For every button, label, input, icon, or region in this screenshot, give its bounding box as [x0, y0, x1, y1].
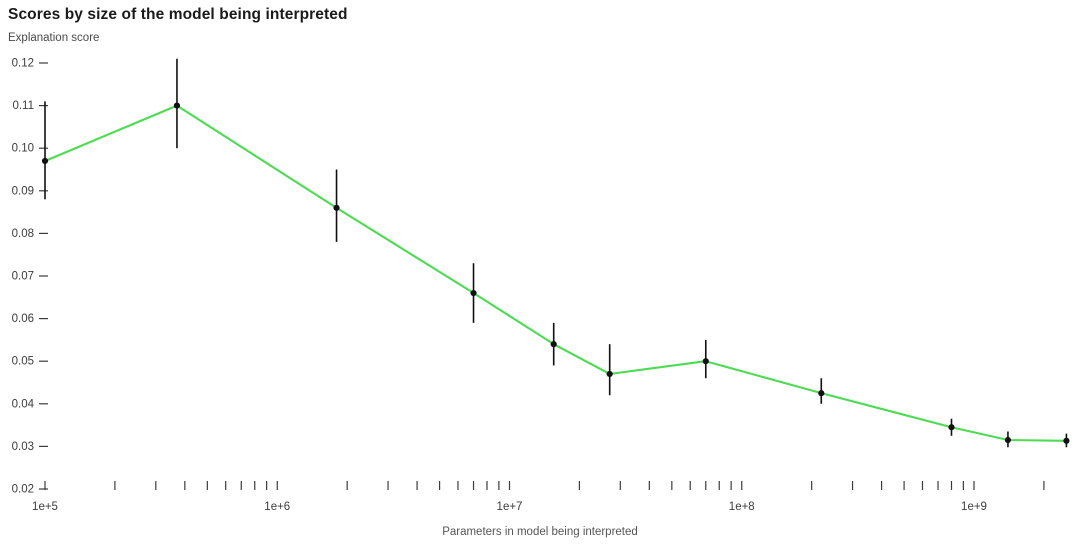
- x-axis: 1e+5 1e+6 1e+7 1e+8 1e+9: [32, 481, 1045, 513]
- chart-container: Scores by size of the model being interp…: [0, 0, 1080, 549]
- data-point: [550, 341, 557, 348]
- data-point: [818, 390, 825, 397]
- data-point: [333, 204, 340, 211]
- y-axis-tick-label: 0.09: [12, 185, 34, 197]
- data-point: [470, 289, 477, 297]
- x-axis-title: Parameters in model being interpreted: [442, 526, 638, 538]
- y-axis-tick-label: 0.10: [12, 143, 34, 155]
- y-axis: 0.02 0.03 0.04 0.05 0.06 0.07 0.08 0.09 0.10 0.11…: [12, 58, 48, 496]
- plot-area: 0.02 0.03 0.04 0.05 0.06 0.07 0.08 0.09 0.10 0.11…: [12, 58, 1070, 513]
- y-axis-tick-label: 0.12: [12, 58, 34, 70]
- data-point: [948, 424, 955, 431]
- data-markers: [41, 102, 1070, 444]
- y-axis-tick-label: 0.06: [12, 313, 34, 325]
- y-axis-tick-label: 0.11: [12, 100, 34, 112]
- data-point: [606, 370, 613, 378]
- data-point: [41, 157, 49, 165]
- y-axis-tick-label: 0.08: [12, 228, 34, 240]
- x-axis-tick-label: 1e+7: [497, 501, 523, 513]
- data-point: [173, 102, 181, 109]
- y-axis-tick-label: 0.07: [12, 271, 34, 283]
- series-polyline: [43, 104, 1068, 442]
- y-axis-tick-label: 0.05: [12, 356, 34, 368]
- x-axis-tick-label: 1e+6: [264, 501, 290, 513]
- error-bars: [44, 58, 1068, 448]
- y-axis-tick-label: 0.02: [12, 484, 34, 496]
- data-point: [1063, 437, 1070, 444]
- y-axis-tick-label: 0.04: [12, 398, 35, 410]
- data-point: [1004, 436, 1012, 444]
- x-axis-tick-label: 1e+9: [961, 501, 987, 513]
- data-point: [702, 358, 709, 365]
- x-axis-tick-label: 1e+8: [729, 501, 755, 513]
- x-axis-tick-label: 1e+5: [32, 501, 58, 513]
- data-series: [43, 104, 1068, 442]
- y-axis-tick-label: 0.03: [12, 441, 34, 453]
